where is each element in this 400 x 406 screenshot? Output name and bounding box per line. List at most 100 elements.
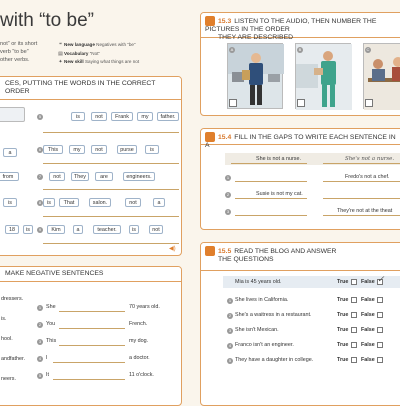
word-tile[interactable]: That (59, 198, 79, 207)
word-tile[interactable]: not (49, 172, 65, 181)
sentence-end: French. (129, 321, 148, 327)
item-number: 3 (227, 328, 233, 334)
answer-box[interactable] (297, 99, 305, 107)
false-label: False (361, 327, 375, 333)
item-number: 2 (37, 322, 43, 328)
word-tile[interactable]: This (43, 145, 63, 154)
answer-line[interactable] (231, 163, 307, 164)
true-checkbox[interactable] (351, 357, 357, 363)
false-checkbox[interactable] (377, 357, 383, 363)
meta-vocabulary: ▤Vocabulary “Not” (58, 50, 100, 57)
false-label: False (361, 357, 375, 363)
item-number: 5 (37, 373, 43, 379)
word-tile[interactable]: Frank (111, 112, 133, 121)
false-checkbox[interactable] (377, 312, 383, 318)
word-tile[interactable]: is (145, 145, 159, 154)
word-tile[interactable]: father. (157, 112, 179, 121)
word-tile[interactable]: is (43, 198, 55, 207)
exercise-word-order: CES, PUTTING THE WORDS IN THE CORRECT OR… (0, 76, 182, 256)
statement: Franco isn't an engineer. (235, 342, 294, 348)
sentence-end: a doctor. (129, 355, 150, 361)
word-tile[interactable]: teacher. (93, 225, 121, 234)
false-label: False (361, 342, 375, 348)
gap-left: She is not a nurse. (256, 156, 301, 162)
word-tile[interactable]: engineers. (123, 172, 155, 181)
false-checkbox[interactable] (377, 327, 383, 333)
answer-line[interactable] (43, 132, 179, 133)
false-checkbox[interactable] (377, 297, 383, 303)
answer-line[interactable] (235, 215, 307, 216)
word-tile[interactable]: are (95, 172, 113, 181)
word-tile[interactable]: my (137, 112, 153, 121)
intro-line: verb “to be” (0, 49, 29, 55)
answer-line[interactable] (43, 243, 179, 244)
answer-line[interactable] (53, 362, 125, 363)
item-number: 7 (37, 174, 43, 180)
exercise-word-order-heading: CES, PUTTING THE WORDS IN THE CORRECT OR… (0, 77, 181, 100)
item-number: 3 (37, 339, 43, 345)
answer-line[interactable] (235, 198, 307, 199)
true-label: True (337, 342, 349, 348)
word-tile[interactable]: not (149, 225, 163, 234)
word-tile[interactable]: 18 (5, 225, 19, 234)
picture-label: A (229, 47, 235, 53)
book-icon (205, 246, 215, 256)
answer-line[interactable] (59, 311, 125, 312)
answer-line[interactable] (43, 163, 179, 164)
word-tile[interactable]: my (69, 145, 85, 154)
exercise-15-5-heading: 15.5 READ THE BLOG AND ANSWER THE QUESTIO… (201, 243, 400, 271)
left-sentence-end: andfather. (1, 356, 25, 362)
picture-label: B (297, 47, 303, 53)
true-checkbox[interactable] (351, 342, 357, 348)
word-tile[interactable]: not (91, 145, 107, 154)
true-checkbox[interactable] (351, 327, 357, 333)
true-checkbox[interactable] (351, 297, 357, 303)
word-tile[interactable]: is (23, 225, 33, 234)
answer-line[interactable] (323, 198, 400, 199)
check-mark: ✓ (377, 274, 385, 284)
word-tile[interactable]: purse (117, 145, 137, 154)
answer-box[interactable] (229, 99, 237, 107)
word-tile[interactable]: not (125, 198, 141, 207)
item-number: 2 (225, 192, 231, 198)
word-tile[interactable]: not (91, 112, 107, 121)
word-tile[interactable]: is (71, 112, 85, 121)
statement: She isn't Mexican. (235, 327, 279, 333)
answer-line[interactable] (323, 181, 400, 182)
item-number: 1 (37, 305, 43, 311)
word-tile[interactable]: Kim (47, 225, 65, 234)
answer-line[interactable] (323, 215, 400, 216)
word-tile[interactable]: is (3, 198, 17, 207)
left-sentence-end: is. (1, 316, 7, 322)
answer-line[interactable] (235, 181, 307, 182)
true-checkbox[interactable] (351, 312, 357, 318)
false-label: False (361, 279, 375, 285)
answer-line[interactable] (59, 345, 125, 346)
sentence-end: my dog. (129, 338, 149, 344)
word-tile[interactable]: from (0, 172, 19, 181)
true-label: True (337, 279, 349, 285)
gap-right: They're not at the theat (337, 208, 393, 214)
word-tile[interactable]: a (3, 148, 17, 157)
word-tile[interactable]: a (73, 225, 83, 234)
word-tile[interactable]: They (71, 172, 89, 181)
answer-box[interactable] (365, 99, 373, 107)
pencil-icon (205, 132, 215, 142)
left-sentence-end: hool. (1, 336, 13, 342)
answer-box[interactable] (0, 107, 25, 122)
answer-line[interactable] (43, 216, 179, 217)
word-tile[interactable]: a (153, 198, 165, 207)
answer-line[interactable] (43, 189, 179, 190)
answer-line[interactable] (59, 328, 125, 329)
false-checkbox[interactable] (377, 342, 383, 348)
speaker-icon[interactable]: ◀) (169, 245, 176, 252)
true-checkbox[interactable] (351, 279, 357, 285)
word-tile[interactable]: is (129, 225, 139, 234)
word-tile[interactable]: salon. (89, 198, 111, 207)
answer-line[interactable] (53, 379, 125, 380)
exercise-15-4: 15.4 FILL IN THE GAPS TO WRITE EACH SENTE… (200, 128, 400, 230)
answer-line[interactable] (323, 163, 400, 164)
workbook-spread: with “to be” not” or its short verb “to … (0, 0, 400, 406)
vocab-icon: ▤ (58, 50, 63, 57)
item-number: 4 (227, 343, 233, 349)
